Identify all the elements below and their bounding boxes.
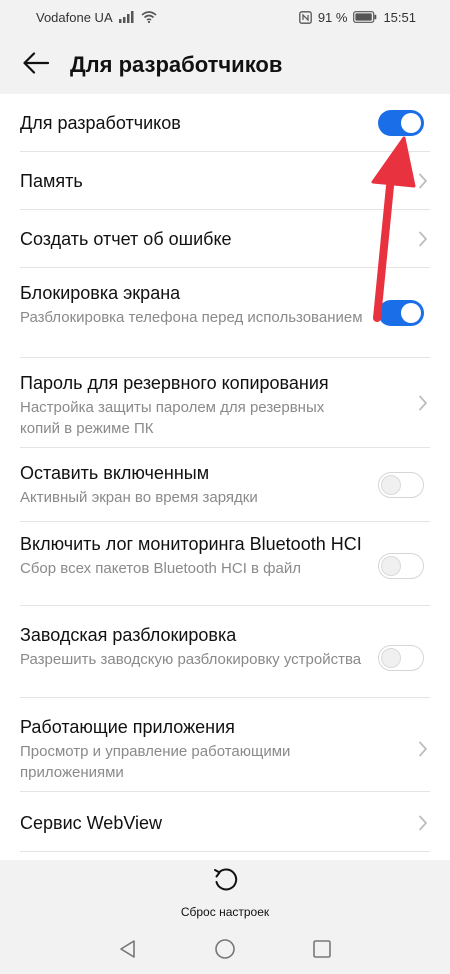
signal-icon [118, 11, 135, 23]
divider [20, 851, 430, 852]
setting-row-bluetooth-hci-log[interactable]: Включить лог мониторинга Bluetooth HCI С… [0, 522, 450, 606]
setting-title: Память [20, 171, 83, 191]
settings-list: Для разработчиков Память Создать отчет о… [0, 94, 450, 860]
page-title: Для разработчиков [70, 52, 283, 77]
nav-back-button[interactable] [113, 934, 143, 964]
status-bar: Vodafone UA 91 % 15:51 [0, 0, 450, 34]
setting-row-memory[interactable]: Память [0, 152, 450, 210]
setting-subtitle: Активный экран во время зарядки [20, 489, 258, 506]
setting-row-oem-unlock[interactable]: Заводская разблокировка Разрешить заводс… [0, 606, 450, 698]
setting-title: Для разработчиков [20, 113, 181, 133]
setting-row-webview[interactable]: Сервис WebView [0, 792, 450, 852]
developer-options-toggle[interactable] [378, 110, 424, 136]
setting-title: Создать отчет об ошибке [20, 229, 232, 249]
oem-unlock-toggle[interactable] [378, 645, 424, 671]
battery-icon [353, 11, 377, 23]
setting-subtitle: Сбор всех пакетов Bluetooth HCI в файл [20, 560, 301, 577]
toggle-knob [381, 556, 401, 576]
screen-lock-toggle[interactable] [378, 300, 424, 326]
nfc-icon [298, 10, 312, 24]
battery-percent: 91 % [317, 9, 348, 25]
chevron-right-icon [419, 231, 427, 247]
bluetooth-hci-log-toggle[interactable] [378, 553, 424, 579]
chevron-right-icon [419, 815, 427, 831]
carrier-name: Vodafone UA [36, 9, 113, 25]
setting-title: Оставить включенным [20, 463, 210, 483]
setting-subtitle: Просмотр и управление работающими прилож… [20, 743, 291, 781]
setting-row-backup-password[interactable]: Пароль для резервного копирования Настро… [0, 358, 450, 448]
reset-label: Сброс настроек [180, 904, 270, 919]
stay-awake-toggle[interactable] [378, 472, 424, 498]
setting-subtitle: Настройка защиты паролем для резервных к… [20, 399, 325, 437]
setting-title: Пароль для резервного копирования [20, 373, 329, 393]
system-nav-bar [0, 924, 450, 974]
setting-title: Работающие приложения [20, 717, 235, 737]
arrow-left-icon [23, 51, 50, 79]
setting-row-developer-options[interactable]: Для разработчиков [0, 94, 450, 152]
status-left: Vodafone UA [36, 10, 157, 25]
reset-settings-button[interactable]: Сброс настроек [0, 860, 450, 924]
setting-row-running-services[interactable]: Работающие приложения Просмотр и управле… [0, 698, 450, 792]
status-right: 91 % 15:51 [298, 9, 416, 25]
home-circle-icon [215, 939, 235, 959]
toggle-knob [381, 475, 401, 495]
toggle-knob [401, 303, 421, 323]
back-triangle-icon [120, 940, 136, 958]
nav-home-button[interactable] [210, 934, 240, 964]
setting-subtitle: Разблокировка телефона перед использован… [20, 309, 363, 326]
setting-row-stay-awake[interactable]: Оставить включенным Активный экран во вр… [0, 448, 450, 522]
toggle-knob [381, 648, 401, 668]
nav-recents-button[interactable] [307, 934, 337, 964]
app-bar: Для разработчиков [0, 34, 450, 96]
recents-square-icon [312, 940, 331, 958]
toggle-knob [401, 113, 421, 133]
setting-title: Сервис WebView [20, 813, 163, 833]
setting-title: Заводская разблокировка [20, 625, 237, 645]
back-button[interactable] [18, 47, 54, 83]
setting-subtitle: Разрешить заводскую разблокировку устрой… [20, 651, 362, 668]
setting-row-screen-lock[interactable]: Блокировка экрана Разблокировка телефона… [0, 268, 450, 358]
setting-title: Включить лог мониторинга Bluetooth HCI [20, 534, 362, 554]
wifi-icon [141, 11, 157, 23]
setting-row-bug-report[interactable]: Создать отчет об ошибке [0, 210, 450, 268]
chevron-right-icon [419, 395, 427, 411]
chevron-right-icon [419, 741, 427, 757]
setting-title: Блокировка экрана [20, 283, 181, 303]
reset-icon [211, 866, 239, 899]
clock: 15:51 [383, 9, 416, 25]
chevron-right-icon [419, 173, 427, 189]
